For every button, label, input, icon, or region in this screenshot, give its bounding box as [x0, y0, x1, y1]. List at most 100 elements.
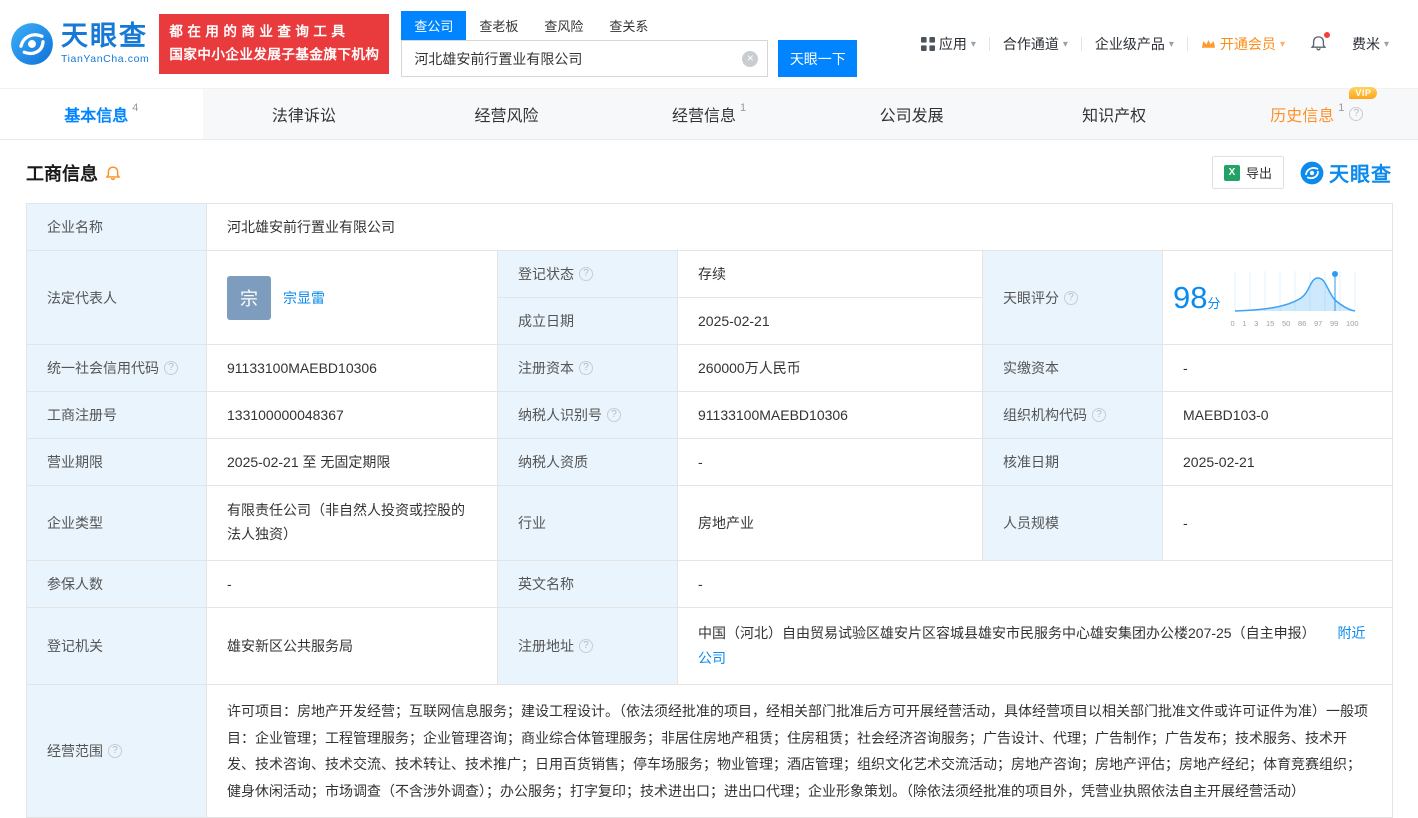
tab-badge: 1 — [740, 102, 746, 114]
reg-capital-label: 注册资本 — [518, 358, 574, 378]
score-label-cell: 天眼评分 ? — [983, 251, 1163, 345]
establish-date-label: 成立日期 — [498, 298, 678, 345]
nav-partner-label: 合作通道 — [1003, 34, 1059, 54]
taxpayer-id-value: 91133100MAEBD10306 — [678, 392, 983, 439]
credit-code-label: 统一社会信用代码 — [47, 358, 159, 378]
notification-bell[interactable] — [1298, 35, 1339, 54]
section-header: 工商信息 X 导出 天眼查 — [0, 140, 1418, 201]
tab-business-info[interactable]: 经营信息 1 — [608, 89, 811, 139]
brand-watermark: 天眼查 — [1300, 158, 1392, 187]
staff-size-value: - — [1163, 486, 1393, 561]
reg-number-value: 133100000048367 — [207, 392, 498, 439]
help-icon[interactable]: ? — [108, 744, 122, 758]
nav-vip-label: 开通会员 — [1220, 34, 1276, 54]
table-row: 统一社会信用代码 ? 91133100MAEBD10306 注册资本 ? 260… — [27, 345, 1393, 392]
score-curve-chart: 0 1 3 15 50 86 97 99 100 — [1231, 267, 1361, 328]
tab-legal-proceedings[interactable]: 法律诉讼 — [203, 89, 406, 139]
score-unit: 分 — [1207, 296, 1220, 311]
taxpayer-quality-value: - — [678, 439, 983, 486]
tab-intellectual-property[interactable]: 知识产权 — [1013, 89, 1216, 139]
brand-name: 天眼查 — [61, 23, 149, 50]
reg-capital-value: 260000万人民币 — [678, 345, 983, 392]
nav-apps-label: 应用 — [939, 34, 967, 54]
company-type-value: 有限责任公司（非自然人投资或控股的法人独资） — [207, 486, 498, 561]
reg-number-label: 工商注册号 — [27, 392, 207, 439]
nav-apps[interactable]: 应用 ▾ — [908, 34, 989, 54]
business-scope-label-cell: 经营范围 ? — [27, 684, 207, 817]
business-term-label: 营业期限 — [27, 439, 207, 486]
reg-address-label: 注册地址 — [518, 636, 574, 656]
export-button[interactable]: X 导出 — [1212, 156, 1284, 189]
table-row: 登记机关 雄安新区公共服务局 注册地址 ? 中国（河北）自由贸易试验区雄安片区容… — [27, 607, 1393, 684]
tab-label: 基本信息 — [64, 102, 128, 126]
tab-badge: 1 — [1338, 102, 1344, 114]
tab-badge: 4 — [132, 102, 138, 114]
help-icon[interactable]: ? — [579, 639, 593, 653]
help-icon[interactable]: ? — [1064, 291, 1078, 305]
search-tabs: 查公司 查老板 查风险 查关系 — [401, 11, 857, 40]
business-scope-value: 许可项目：房地产开发经营；互联网信息服务；建设工程设计。（依法须经批准的项目，经… — [207, 684, 1393, 817]
axis-tick: 0 — [1231, 319, 1235, 328]
credit-code-label-cell: 统一社会信用代码 ? — [27, 345, 207, 392]
help-icon[interactable]: ? — [579, 361, 593, 375]
table-row: 参保人数 - 英文名称 - — [27, 560, 1393, 607]
tianyancha-logo-icon — [10, 22, 54, 66]
nav-user[interactable]: 费米 ▾ — [1339, 34, 1402, 54]
table-row: 工商注册号 133100000048367 纳税人识别号 ? 91133100M… — [27, 392, 1393, 439]
help-icon[interactable]: ? — [579, 267, 593, 281]
taxpayer-quality-label: 纳税人资质 — [498, 439, 678, 486]
axis-tick: 15 — [1266, 319, 1274, 328]
search-tab-relation[interactable]: 查关系 — [596, 11, 661, 40]
reg-status-label: 登记状态 — [518, 264, 574, 284]
help-icon[interactable]: ? — [607, 408, 621, 422]
search-tab-company[interactable]: 查公司 — [401, 11, 466, 40]
clear-icon[interactable]: × — [742, 51, 758, 67]
axis-tick: 86 — [1298, 319, 1306, 328]
caret-down-icon: ▾ — [1280, 39, 1285, 50]
tab-history-info[interactable]: 历史信息 1 ? VIP — [1215, 89, 1418, 139]
paid-capital-label: 实缴资本 — [983, 345, 1163, 392]
table-row: 企业类型 有限责任公司（非自然人投资或控股的法人独资） 行业 房地产业 人员规模… — [27, 486, 1393, 561]
help-icon[interactable]: ? — [1092, 408, 1106, 422]
tab-label: 法律诉讼 — [272, 102, 336, 126]
approve-date-label: 核准日期 — [983, 439, 1163, 486]
legal-rep-name-link[interactable]: 宗显雷 — [283, 288, 325, 308]
score-value: 98 — [1173, 280, 1207, 315]
tianyancha-logo[interactable]: 天眼查 TianYanCha.com — [10, 22, 149, 66]
tab-company-development[interactable]: 公司发展 — [810, 89, 1013, 139]
promo-banner: 都在用的商业查询工具 国家中小企业发展子基金旗下机构 — [159, 14, 389, 74]
search-button[interactable]: 天眼一下 — [778, 40, 857, 77]
nav-enterprise[interactable]: 企业级产品 ▾ — [1082, 34, 1187, 54]
nav-enterprise-label: 企业级产品 — [1095, 34, 1165, 54]
credit-code-value: 91133100MAEBD10306 — [207, 345, 498, 392]
monitor-bell-icon[interactable] — [105, 165, 121, 181]
nav-vip[interactable]: 开通会员 ▾ — [1188, 34, 1298, 54]
brand-domain: TianYanCha.com — [61, 53, 149, 65]
search-tab-risk[interactable]: 查风险 — [531, 11, 596, 40]
org-code-value: MAEBD103-0 — [1163, 392, 1393, 439]
search-tab-boss[interactable]: 查老板 — [466, 11, 531, 40]
tab-label: 经营信息 — [672, 102, 736, 126]
company-name-label: 企业名称 — [27, 204, 207, 251]
insured-count-value: - — [207, 560, 498, 607]
tab-basic-info[interactable]: 基本信息 4 — [0, 89, 203, 139]
help-icon[interactable]: ? — [1349, 107, 1363, 121]
search-input[interactable] — [401, 40, 768, 77]
table-row: 营业期限 2025-02-21 至 无固定期限 纳税人资质 - 核准日期 202… — [27, 439, 1393, 486]
axis-tick: 50 — [1282, 319, 1290, 328]
caret-down-icon: ▾ — [1063, 39, 1068, 50]
score-label: 天眼评分 — [1003, 288, 1059, 308]
english-name-label: 英文名称 — [498, 560, 678, 607]
industry-value: 房地产业 — [678, 486, 983, 561]
legal-rep-avatar[interactable]: 宗 — [227, 276, 271, 320]
section-title: 工商信息 — [26, 160, 98, 186]
brand-watermark-label: 天眼查 — [1329, 158, 1392, 187]
help-icon[interactable]: ? — [164, 361, 178, 375]
tab-business-risk[interactable]: 经营风险 — [405, 89, 608, 139]
company-name-value: 河北雄安前行置业有限公司 — [207, 204, 1393, 251]
legal-rep-label: 法定代表人 — [27, 251, 207, 345]
taxpayer-id-label-cell: 纳税人识别号 ? — [498, 392, 678, 439]
table-row: 企业名称 河北雄安前行置业有限公司 — [27, 204, 1393, 251]
tab-label: 经营风险 — [474, 102, 538, 126]
nav-partner[interactable]: 合作通道 ▾ — [990, 34, 1081, 54]
